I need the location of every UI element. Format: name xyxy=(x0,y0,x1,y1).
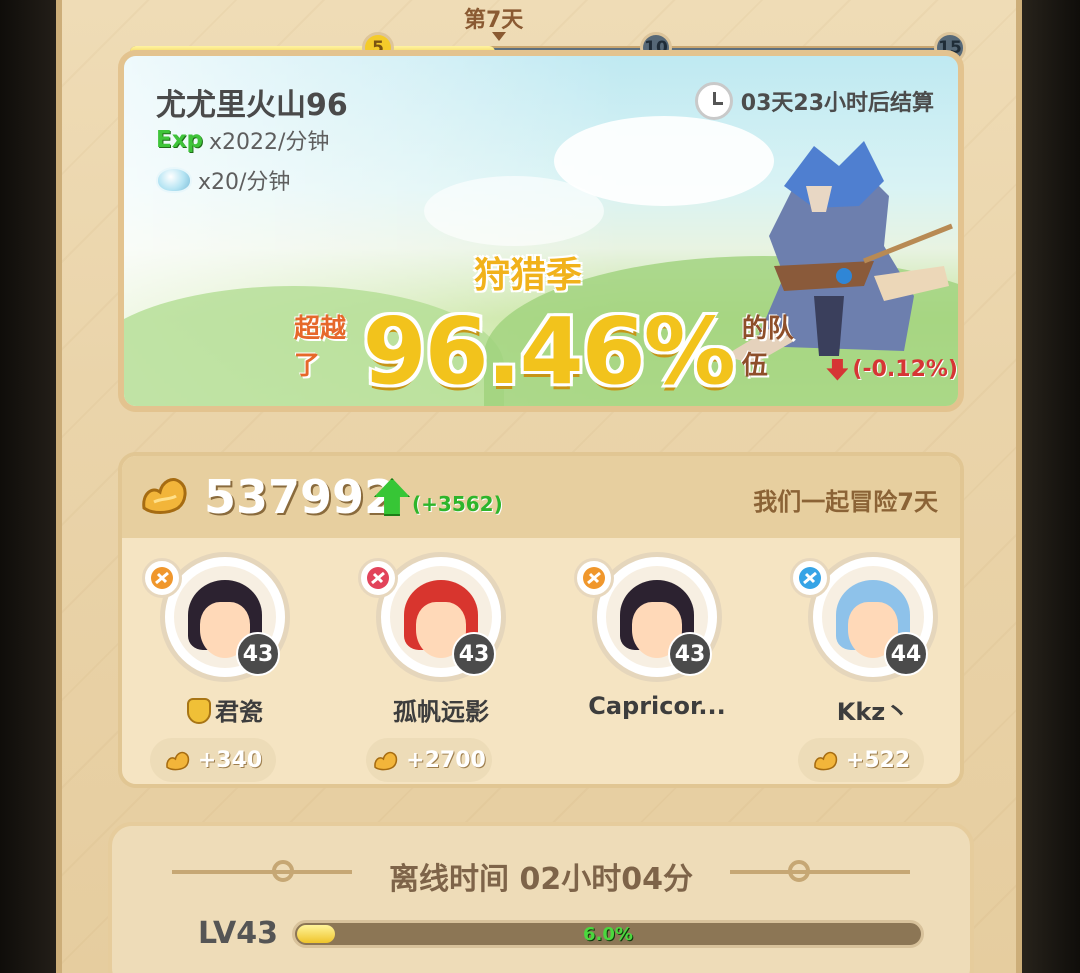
member-name-row: Capricor... xyxy=(562,692,752,720)
rank-delta: (-0.12%) xyxy=(826,357,958,382)
right-edge xyxy=(1016,0,1080,973)
team-member[interactable]: 43 君瓷 +340 xyxy=(140,552,300,782)
surpass-prefix: 超越了 xyxy=(294,314,347,381)
crystal-rate-row: x20/分钟 xyxy=(156,164,290,196)
xp-progress-bar: 6.0% xyxy=(292,920,924,948)
season-name: 狩猎季 xyxy=(474,255,583,296)
warrior-class-icon xyxy=(358,558,398,598)
member-level: 43 xyxy=(236,632,280,676)
rank-delta-value: (-0.12%) xyxy=(852,357,958,382)
timer-text: 03天23小时后结算 xyxy=(740,91,934,116)
exp-rate: x2022/分钟 xyxy=(209,130,330,155)
zone-title: 尤尤里火山96 xyxy=(156,88,348,123)
bow-class-icon xyxy=(142,558,182,598)
member-name: Kkz丶 xyxy=(836,698,910,726)
fire-class-icon xyxy=(574,558,614,598)
strength-icon xyxy=(166,751,189,771)
member-contribution: +2700 xyxy=(366,738,492,782)
member-name-row: 孤帆远影 xyxy=(346,692,536,727)
member-contribution: +522 xyxy=(798,738,924,782)
rank-percent: 96.46% xyxy=(362,298,736,405)
team-member[interactable]: 43 Capricor... xyxy=(572,552,732,782)
team-score-delta: (+3562) xyxy=(412,492,503,516)
member-level: 44 xyxy=(884,632,928,676)
left-edge xyxy=(0,0,60,973)
strength-icon xyxy=(142,478,187,514)
water-class-icon xyxy=(790,558,830,598)
guild-shield-icon xyxy=(187,698,211,724)
crystal-icon xyxy=(156,167,192,193)
member-name: Capricor... xyxy=(588,692,726,720)
exp-rate-row: Exp x2022/分钟 xyxy=(156,124,329,156)
member-level: 43 xyxy=(668,632,712,676)
strength-icon xyxy=(374,751,398,771)
member-contribution: +340 xyxy=(150,738,276,782)
member-name-row: Kkz丶 xyxy=(778,692,968,727)
offline-panel: 离线时间 02小时04分 LV43 6.0% xyxy=(108,822,974,973)
ranking-row: 超越了 96.46% 的队伍 (-0.12%) xyxy=(294,306,958,398)
game-screen: 第7天 5 10 15 尤尤里火山96 Exp x2022/分钟 x20/分钟 … xyxy=(0,0,1080,973)
exp-icon: Exp xyxy=(156,127,204,153)
team-member[interactable]: 44 Kkz丶 +522 xyxy=(788,552,948,782)
member-name: 孤帆远影 xyxy=(393,698,489,726)
member-level: 43 xyxy=(452,632,496,676)
down-arrow-icon xyxy=(826,358,849,381)
crystal-rate: x20/分钟 xyxy=(198,170,291,195)
member-name: 君瓷 xyxy=(215,698,263,726)
clock-icon xyxy=(694,82,733,120)
surpass-suffix: 的队伍 xyxy=(741,314,794,381)
member-contribution-value: +340 xyxy=(197,747,263,773)
team-header: 537992 (+3562) 我们一起冒险7天 xyxy=(122,456,960,538)
player-level: LV43 xyxy=(198,916,278,951)
strength-icon xyxy=(814,751,837,771)
team-score: 537992 xyxy=(204,470,397,524)
team-panel: 537992 (+3562) 我们一起冒险7天 43 君瓷 +340 43 孤帆远影 +2… xyxy=(118,452,964,788)
team-member[interactable]: 43 孤帆远影 +2700 xyxy=(356,552,516,782)
offline-time: 离线时间 02小时04分 xyxy=(389,862,693,897)
member-name-row: 君瓷 xyxy=(130,692,320,727)
member-contribution-value: +2700 xyxy=(406,747,486,773)
xp-percent: 6.0% xyxy=(583,924,633,945)
settlement-timer: 03天23小时后结算 xyxy=(694,82,934,120)
current-day-label: 第7天 xyxy=(464,8,524,33)
current-day-marker xyxy=(492,32,506,41)
adventure-days: 我们一起冒险7天 xyxy=(753,488,938,516)
hunting-season-card[interactable]: 尤尤里火山96 Exp x2022/分钟 x20/分钟 03天23小时后结算 狩… xyxy=(118,50,964,412)
member-contribution-value: +522 xyxy=(845,747,911,773)
